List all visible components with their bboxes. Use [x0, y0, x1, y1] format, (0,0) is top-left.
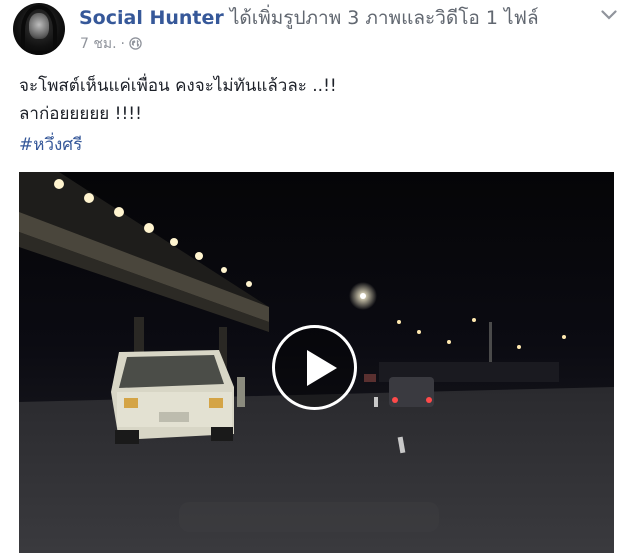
- avatar[interactable]: [13, 3, 65, 55]
- avatar-face: [29, 13, 49, 39]
- video-player[interactable]: [19, 172, 614, 553]
- play-button[interactable]: [272, 325, 357, 410]
- post-meta: 7 ชม. ·: [80, 33, 142, 55]
- post-text-line-2: ลาก่อยยยยย !!!!: [19, 104, 142, 124]
- post-action-text: ได้เพิ่มรูปภาพ 3 ภาพและวิดีโอ 1 ไฟล์: [229, 7, 539, 29]
- globe-icon[interactable]: [129, 37, 142, 50]
- meta-separator: ·: [120, 36, 125, 52]
- chevron-down-icon[interactable]: [601, 10, 617, 20]
- post-header: Social Hunter ได้เพิ่มรูปภาพ 3 ภาพและวิด…: [79, 3, 539, 33]
- post-timestamp[interactable]: 7 ชม.: [80, 36, 117, 52]
- author-name[interactable]: Social Hunter: [79, 7, 224, 29]
- play-icon: [307, 350, 337, 386]
- hashtag-link[interactable]: #หวึ่งศรี: [19, 131, 82, 158]
- post-body: จะโพสต์เห็นแค่เพื่อน คงจะไม่ทันแล้วละ ..…: [19, 72, 337, 128]
- post-text-line-1: จะโพสต์เห็นแค่เพื่อน คงจะไม่ทันแล้วละ ..…: [19, 76, 337, 96]
